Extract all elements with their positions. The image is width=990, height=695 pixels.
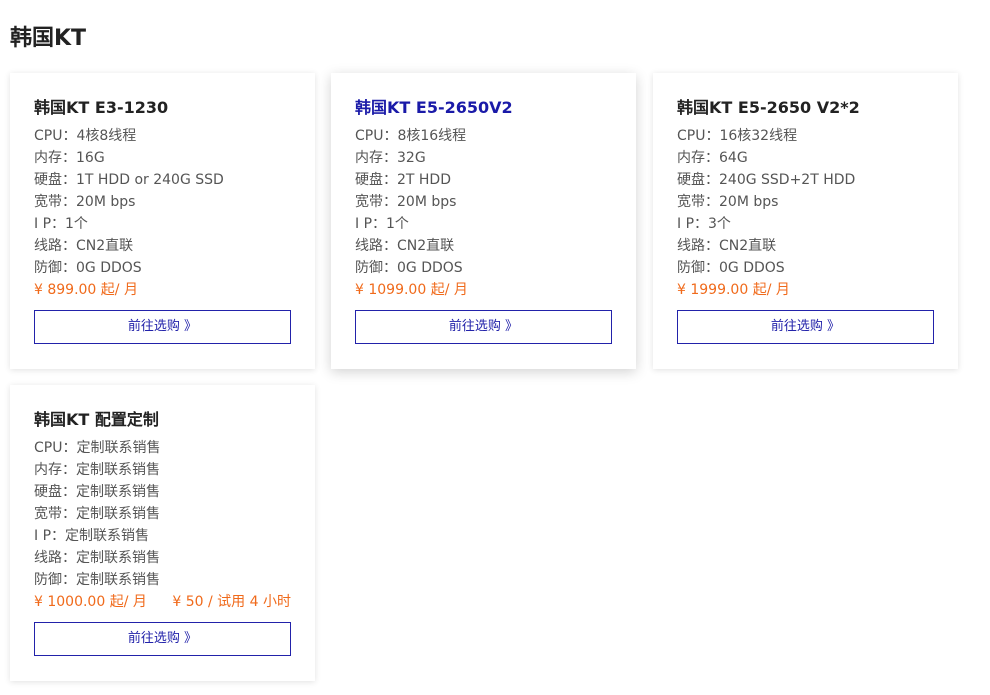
price-row: ¥ 1099.00 起/ 月	[355, 279, 612, 301]
product-card-custom: 韩国KT 配置定制 CPU：定制联系销售 内存：定制联系销售 硬盘：定制联系销售…	[10, 385, 315, 681]
card-title[interactable]: 韩国KT E3-1230	[34, 97, 291, 119]
spec-defense: 防御：0G DDOS	[355, 260, 463, 276]
product-card-e5-2650v2x2: 韩国KT E5-2650 V2*2 CPU：16核32线程 内存：64G 硬盘：…	[653, 73, 958, 369]
spec-disk: 硬盘：240G SSD+2T HDD	[677, 172, 856, 188]
spec-line: 线路：CN2直联	[34, 238, 134, 254]
spec-defense: 防御：0G DDOS	[677, 260, 785, 276]
spec-memory: 内存：定制联系销售	[34, 462, 160, 478]
spec-defense: 防御：定制联系销售	[34, 572, 160, 588]
product-card-e3-1230: 韩国KT E3-1230 CPU：4核8线程 内存：16G 硬盘：1T HDD …	[10, 73, 315, 369]
card-title[interactable]: 韩国KT E5-2650V2	[355, 97, 612, 119]
price: ¥ 899.00 起/ 月	[34, 282, 138, 298]
buy-button[interactable]: 前往选购 》	[355, 310, 612, 344]
spec-cpu: CPU：8核16线程	[355, 128, 467, 144]
price: ¥ 1999.00 起/ 月	[677, 282, 790, 298]
spec-bandwidth: 宽带：20M bps	[34, 194, 136, 210]
spec-memory: 内存：16G	[34, 150, 105, 166]
spec-disk: 硬盘：定制联系销售	[34, 484, 160, 500]
spec-bandwidth: 宽带：定制联系销售	[34, 506, 160, 522]
spec-defense: 防御：0G DDOS	[34, 260, 142, 276]
product-card-e5-2650v2: 韩国KT E5-2650V2 CPU：8核16线程 内存：32G 硬盘：2T H…	[331, 73, 636, 369]
price: ¥ 1099.00 起/ 月	[355, 282, 468, 298]
page-title: 韩国KT	[10, 26, 87, 51]
spec-ip: I P：定制联系销售	[34, 528, 150, 544]
spec-memory: 内存：64G	[677, 150, 748, 166]
price-row: ¥ 899.00 起/ 月	[34, 279, 291, 301]
spec-memory: 内存：32G	[355, 150, 426, 166]
spec-disk: 硬盘：1T HDD or 240G SSD	[34, 172, 224, 188]
spec-line: 线路：CN2直联	[677, 238, 777, 254]
spec-line: 线路：CN2直联	[355, 238, 455, 254]
card-title[interactable]: 韩国KT 配置定制	[34, 409, 291, 431]
spec-ip: I P：3个	[677, 216, 731, 232]
trial-price: ¥ 50 / 试用 4 小时	[172, 594, 291, 610]
buy-button[interactable]: 前往选购 》	[34, 310, 291, 344]
spec-cpu: CPU：16核32线程	[677, 128, 798, 144]
spec-bandwidth: 宽带：20M bps	[355, 194, 457, 210]
buy-button[interactable]: 前往选购 》	[34, 622, 291, 656]
spec-cpu: CPU：4核8线程	[34, 128, 137, 144]
spec-line: 线路：定制联系销售	[34, 550, 160, 566]
buy-button[interactable]: 前往选购 》	[677, 310, 934, 344]
spec-disk: 硬盘：2T HDD	[355, 172, 451, 188]
price: ¥ 1000.00 起/ 月	[34, 594, 147, 610]
spec-cpu: CPU：定制联系销售	[34, 440, 161, 456]
price-row: ¥ 1000.00 起/ 月 ¥ 50 / 试用 4 小时	[34, 591, 291, 613]
card-title[interactable]: 韩国KT E5-2650 V2*2	[677, 97, 934, 119]
spec-bandwidth: 宽带：20M bps	[677, 194, 779, 210]
price-row: ¥ 1999.00 起/ 月	[677, 279, 934, 301]
spec-ip: I P：1个	[34, 216, 88, 232]
spec-ip: I P：1个	[355, 216, 409, 232]
